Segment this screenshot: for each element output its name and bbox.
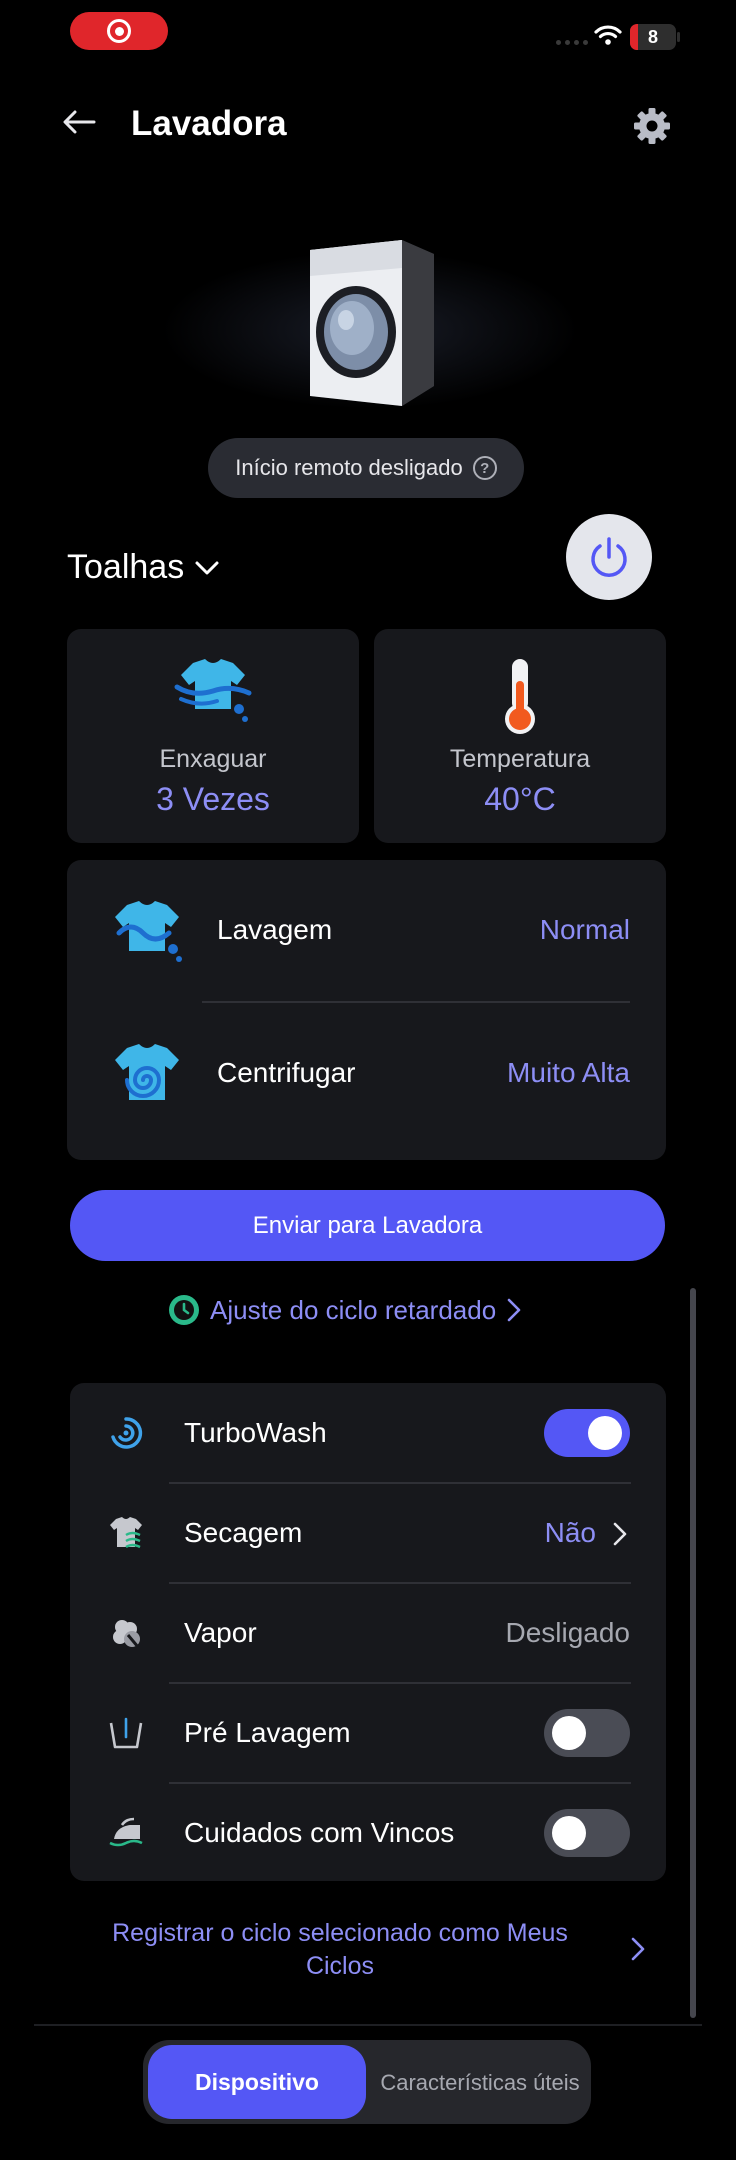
- additional-options-card: TurboWash Secagem Não Vapor Desligado Pr…: [70, 1383, 666, 1881]
- tab-useful-features[interactable]: Características úteis: [375, 2050, 585, 2114]
- prewash-toggle[interactable]: [544, 1709, 630, 1757]
- delay-cycle-link[interactable]: Ajuste do ciclo retardado: [168, 1294, 522, 1326]
- spin-value: Muito Alta: [507, 1057, 630, 1088]
- chevron-right-icon: [507, 1298, 521, 1322]
- rinse-icon: [174, 659, 252, 722]
- crease-care-icon: [106, 1813, 146, 1853]
- register-my-cycle-link[interactable]: Registrar o ciclo selecionado como Meus …: [80, 1917, 600, 1983]
- wash-icon: [115, 901, 182, 962]
- wifi-icon: [594, 25, 622, 45]
- power-button[interactable]: [566, 514, 652, 600]
- scrollbar[interactable]: [690, 1288, 696, 2018]
- temperature-option-card[interactable]: Temperatura 40°C: [374, 629, 666, 843]
- power-icon: [591, 537, 627, 577]
- crease-care-toggle[interactable]: [544, 1809, 630, 1857]
- washer-image: [310, 240, 434, 406]
- temperature-value: 40°C: [484, 781, 556, 817]
- turbowash-icon: [106, 1413, 146, 1453]
- turbowash-toggle[interactable]: [544, 1409, 630, 1457]
- drying-row[interactable]: Secagem Não: [70, 1483, 666, 1583]
- temperature-label: Temperatura: [449, 745, 591, 773]
- wash-value: Normal: [539, 914, 630, 945]
- course-selector[interactable]: Toalhas: [67, 548, 220, 587]
- thermometer-icon: [505, 659, 535, 734]
- divider: [34, 2024, 702, 2026]
- cellular-signal-icon: [556, 40, 588, 45]
- rinse-value: 3 Vezes: [156, 781, 270, 817]
- back-arrow-icon[interactable]: [62, 108, 96, 136]
- divider: [202, 1001, 630, 1003]
- drying-icon: [106, 1513, 146, 1553]
- steam-icon: [106, 1613, 146, 1653]
- chevron-right-icon[interactable]: [630, 1936, 646, 1962]
- spin-label: Centrifugar: [217, 1057, 356, 1088]
- prewash-row[interactable]: Pré Lavagem: [70, 1683, 666, 1783]
- drying-label: Secagem: [184, 1517, 303, 1548]
- battery-icon: 8: [630, 24, 676, 50]
- delay-cycle-label: Ajuste do ciclo retardado: [210, 1294, 497, 1325]
- rinse-label: Enxaguar: [159, 745, 267, 773]
- screen-recording-indicator[interactable]: [70, 12, 168, 50]
- remote-start-label: Início remoto desligado: [235, 455, 463, 480]
- prewash-icon: [106, 1713, 146, 1753]
- steam-value: Desligado: [505, 1617, 630, 1648]
- crease-care-label: Cuidados com Vincos: [184, 1817, 455, 1848]
- crease-care-row[interactable]: Cuidados com Vincos: [70, 1783, 666, 1883]
- clock-icon: [169, 1295, 199, 1325]
- wash-label: Lavagem: [217, 914, 333, 945]
- wash-spin-card: Lavagem Normal Centrifugar Muito Alta: [67, 860, 666, 1160]
- remote-start-status[interactable]: Início remoto desligado ?: [208, 438, 524, 498]
- record-icon: [107, 19, 131, 43]
- turbowash-row[interactable]: TurboWash: [70, 1383, 666, 1483]
- battery-level: 8: [647, 27, 658, 47]
- wash-option-row[interactable]: Lavagem Normal: [67, 881, 666, 981]
- gear-icon[interactable]: [632, 106, 672, 146]
- help-icon[interactable]: ?: [472, 456, 497, 480]
- prewash-label: Pré Lavagem: [184, 1717, 351, 1748]
- bottom-tab-bar: Dispositivo Características úteis: [143, 2040, 591, 2124]
- course-name: Toalhas: [67, 548, 185, 586]
- chevron-right-icon: [613, 1522, 627, 1546]
- chevron-down-icon: [195, 561, 219, 574]
- page-title: Lavadora: [131, 104, 287, 143]
- steam-label: Vapor: [184, 1617, 257, 1648]
- turbowash-label: TurboWash: [184, 1417, 327, 1448]
- drying-value: Não: [544, 1517, 596, 1548]
- spin-icon: [115, 1044, 179, 1100]
- rinse-option-card[interactable]: Enxaguar 3 Vezes: [67, 629, 359, 843]
- steam-row[interactable]: Vapor Desligado: [70, 1583, 666, 1683]
- spin-option-row[interactable]: Centrifugar Muito Alta: [67, 1024, 666, 1124]
- status-bar: 8: [0, 0, 736, 62]
- send-to-washer-button[interactable]: Enviar para Lavadora: [70, 1190, 665, 1261]
- tab-device[interactable]: Dispositivo: [148, 2045, 366, 2119]
